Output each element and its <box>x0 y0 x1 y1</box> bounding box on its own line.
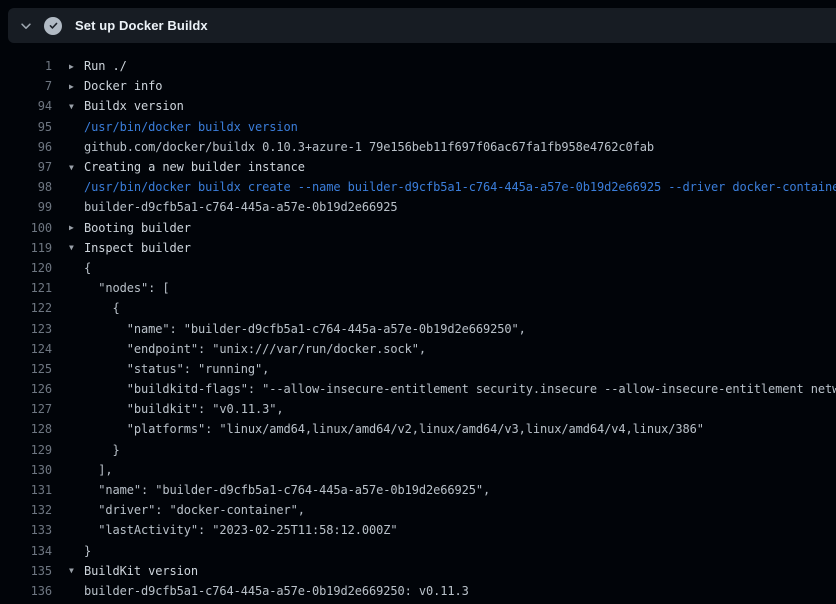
log-line-text: { <box>84 261 91 275</box>
log-line-text: Run ./ <box>84 59 127 73</box>
log-line-text: builder-d9cfb5a1-c764-445a-a57e-0b19d2e6… <box>84 200 397 214</box>
log-line: 121 "nodes": [ <box>0 278 836 298</box>
log-line-text: ], <box>84 463 113 477</box>
log-line-text: "buildkit": "v0.11.3", <box>84 402 284 416</box>
log-line: 122 { <box>0 298 836 318</box>
log-line-number[interactable]: 119 <box>0 241 52 255</box>
log-line-text: builder-d9cfb5a1-c764-445a-a57e-0b19d2e6… <box>84 584 469 598</box>
group-toggle-icon: ▼ <box>69 243 84 252</box>
log-line: 124 "endpoint": "unix:///var/run/docker.… <box>0 339 836 359</box>
log-line-text: } <box>84 443 120 457</box>
log-line: 126 "buildkitd-flags": "--allow-insecure… <box>0 379 836 399</box>
log-line-text: "nodes": [ <box>84 281 170 295</box>
log-group-row[interactable]: 135 ▼ BuildKit version <box>0 561 836 581</box>
log-line-number[interactable]: 133 <box>0 523 52 537</box>
log-line: 128 "platforms": "linux/amd64,linux/amd6… <box>0 419 836 439</box>
log-line-number[interactable]: 99 <box>0 200 52 214</box>
log-line: 123 "name": "builder-d9cfb5a1-c764-445a-… <box>0 318 836 338</box>
log-lines: 1 ▶ Run ./ 7 ▶ Docker info 94 ▼ Buildx v… <box>0 43 836 604</box>
log-line-text: "driver": "docker-container", <box>84 503 305 517</box>
log-line-number[interactable]: 94 <box>0 99 52 113</box>
log-line-number[interactable]: 127 <box>0 402 52 416</box>
log-line-text: "lastActivity": "2023-02-25T11:58:12.000… <box>84 523 397 537</box>
log-line-number[interactable]: 98 <box>0 180 52 194</box>
log-line-number[interactable]: 126 <box>0 382 52 396</box>
log-line-number[interactable]: 1 <box>0 59 52 73</box>
log-group-row[interactable]: 1 ▶ Run ./ <box>0 56 836 76</box>
log-group-row[interactable]: 7 ▶ Docker info <box>0 76 836 96</box>
log-line: 129 } <box>0 440 836 460</box>
log-line-number[interactable]: 7 <box>0 79 52 93</box>
log-line-number[interactable]: 100 <box>0 221 52 235</box>
log-line: 99 builder-d9cfb5a1-c764-445a-a57e-0b19d… <box>0 197 836 217</box>
log-line: 133 "lastActivity": "2023-02-25T11:58:12… <box>0 520 836 540</box>
log-line-number[interactable]: 122 <box>0 301 52 315</box>
log-line-text: Inspect builder <box>84 241 191 255</box>
log-line-text: Booting builder <box>84 221 191 235</box>
log-line-number[interactable]: 134 <box>0 544 52 558</box>
log-line-number[interactable]: 95 <box>0 120 52 134</box>
log-line: 134 } <box>0 541 836 561</box>
log-line-text: /usr/bin/docker buildx version <box>84 120 298 134</box>
log-line: 96 github.com/docker/buildx 0.10.3+azure… <box>0 137 836 157</box>
log-line-number[interactable]: 121 <box>0 281 52 295</box>
step-header[interactable]: Set up Docker Buildx <box>8 8 836 43</box>
log-group-row[interactable]: 94 ▼ Buildx version <box>0 96 836 116</box>
log-group-row[interactable]: 100 ▶ Booting builder <box>0 218 836 238</box>
log-line-number[interactable]: 120 <box>0 261 52 275</box>
log-line-text: BuildKit version <box>84 564 198 578</box>
log-line-text: "endpoint": "unix:///var/run/docker.sock… <box>84 342 426 356</box>
log-line-text: } <box>84 544 91 558</box>
log-line-number[interactable]: 130 <box>0 463 52 477</box>
log-line: 136 builder-d9cfb5a1-c764-445a-a57e-0b19… <box>0 581 836 601</box>
log-line-text: Docker info <box>84 79 162 93</box>
log-line-number[interactable]: 125 <box>0 362 52 376</box>
log-line: 120 { <box>0 258 836 278</box>
log-line-text: Buildx version <box>84 99 184 113</box>
log-line-text: "platforms": "linux/amd64,linux/amd64/v2… <box>84 422 704 436</box>
group-toggle-icon: ▶ <box>69 223 84 232</box>
log-line-text: Creating a new builder instance <box>84 160 305 174</box>
log-line: 132 "driver": "docker-container", <box>0 500 836 520</box>
log-line-number[interactable]: 129 <box>0 443 52 457</box>
log-line-number[interactable]: 131 <box>0 483 52 497</box>
log-line-text: "name": "builder-d9cfb5a1-c764-445a-a57e… <box>84 322 526 336</box>
log-line: 95 /usr/bin/docker buildx version <box>0 117 836 137</box>
group-toggle-icon: ▶ <box>69 82 84 91</box>
log-line-text: github.com/docker/buildx 0.10.3+azure-1 … <box>84 140 654 154</box>
group-toggle-icon: ▼ <box>69 102 84 111</box>
log-line-number[interactable]: 123 <box>0 322 52 336</box>
group-toggle-icon: ▼ <box>69 566 84 575</box>
log-line: 130 ], <box>0 460 836 480</box>
log-line-text: "status": "running", <box>84 362 269 376</box>
log-line-number[interactable]: 124 <box>0 342 52 356</box>
actions-log-viewer: Set up Docker Buildx 1 ▶ Run ./ 7 ▶ Dock… <box>0 0 836 604</box>
chevron-down-icon[interactable] <box>8 19 44 33</box>
log-line-text: "name": "builder-d9cfb5a1-c764-445a-a57e… <box>84 483 490 497</box>
log-line: 125 "status": "running", <box>0 359 836 379</box>
log-line-number[interactable]: 97 <box>0 160 52 174</box>
log-line-text: { <box>84 301 120 315</box>
log-line-number[interactable]: 135 <box>0 564 52 578</box>
log-line-number[interactable]: 96 <box>0 140 52 154</box>
step-title: Set up Docker Buildx <box>75 18 208 33</box>
step-status-badge <box>44 17 62 35</box>
group-toggle-icon: ▼ <box>69 163 84 172</box>
group-toggle-icon: ▶ <box>69 62 84 71</box>
log-line-number[interactable]: 132 <box>0 503 52 517</box>
log-line-number[interactable]: 128 <box>0 422 52 436</box>
log-line-number[interactable]: 136 <box>0 584 52 598</box>
log-line: 98 /usr/bin/docker buildx create --name … <box>0 177 836 197</box>
log-line-text: /usr/bin/docker buildx create --name bui… <box>84 180 836 194</box>
log-group-row[interactable]: 119 ▼ Inspect builder <box>0 238 836 258</box>
check-circle-icon <box>44 17 62 35</box>
log-line: 131 "name": "builder-d9cfb5a1-c764-445a-… <box>0 480 836 500</box>
log-line: 127 "buildkit": "v0.11.3", <box>0 399 836 419</box>
log-group-row[interactable]: 97 ▼ Creating a new builder instance <box>0 157 836 177</box>
log-line-text: "buildkitd-flags": "--allow-insecure-ent… <box>84 382 836 396</box>
